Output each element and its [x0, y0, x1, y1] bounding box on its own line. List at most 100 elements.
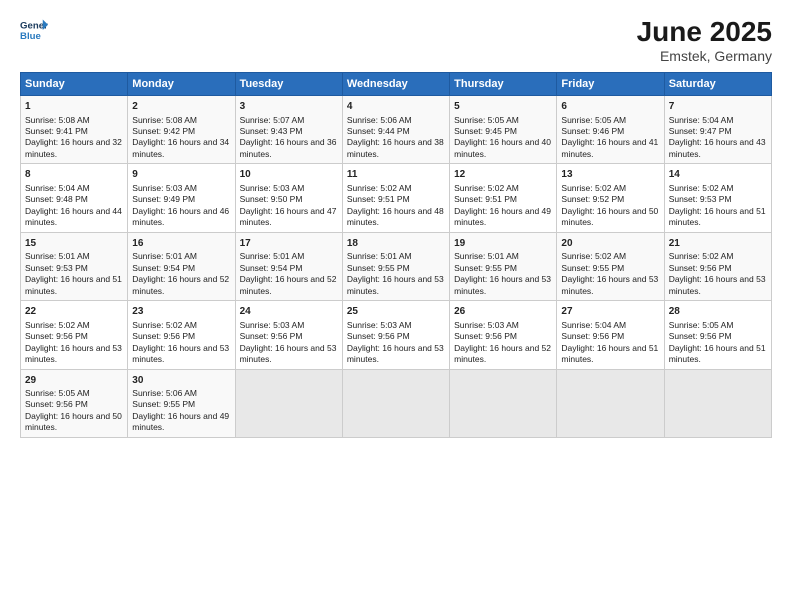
- daylight-text: Daylight: 16 hours and 50 minutes.: [25, 411, 122, 432]
- sunrise-text: Sunrise: 5:07 AM: [240, 115, 305, 125]
- daylight-text: Daylight: 16 hours and 53 minutes.: [669, 274, 766, 295]
- header-row: Sunday Monday Tuesday Wednesday Thursday…: [21, 73, 772, 96]
- daylight-text: Daylight: 16 hours and 44 minutes.: [25, 206, 122, 227]
- sunset-text: Sunset: 9:51 PM: [347, 194, 410, 204]
- day-number: 13: [561, 168, 659, 182]
- sunset-text: Sunset: 9:55 PM: [454, 263, 517, 273]
- day-number: 30: [132, 374, 230, 388]
- day-number: 23: [132, 305, 230, 319]
- calendar-week-1: 1Sunrise: 5:08 AMSunset: 9:41 PMDaylight…: [21, 96, 772, 164]
- daylight-text: Daylight: 16 hours and 51 minutes.: [669, 206, 766, 227]
- day-number: 26: [454, 305, 552, 319]
- sunset-text: Sunset: 9:46 PM: [561, 126, 624, 136]
- calendar-cell: 7Sunrise: 5:04 AMSunset: 9:47 PMDaylight…: [664, 96, 771, 164]
- calendar-cell: 6Sunrise: 5:05 AMSunset: 9:46 PMDaylight…: [557, 96, 664, 164]
- day-number: 19: [454, 237, 552, 251]
- daylight-text: Daylight: 16 hours and 53 minutes.: [25, 343, 122, 364]
- daylight-text: Daylight: 16 hours and 46 minutes.: [132, 206, 229, 227]
- calendar-week-4: 22Sunrise: 5:02 AMSunset: 9:56 PMDayligh…: [21, 301, 772, 369]
- day-number: 24: [240, 305, 338, 319]
- day-number: 25: [347, 305, 445, 319]
- sunrise-text: Sunrise: 5:05 AM: [561, 115, 626, 125]
- day-number: 27: [561, 305, 659, 319]
- sunset-text: Sunset: 9:55 PM: [561, 263, 624, 273]
- calendar-cell: [342, 369, 449, 437]
- sunrise-text: Sunrise: 5:03 AM: [240, 183, 305, 193]
- sunrise-text: Sunrise: 5:05 AM: [454, 115, 519, 125]
- calendar-cell: [557, 369, 664, 437]
- sunset-text: Sunset: 9:51 PM: [454, 194, 517, 204]
- day-number: 10: [240, 168, 338, 182]
- daylight-text: Daylight: 16 hours and 53 minutes.: [347, 274, 444, 295]
- calendar-cell: 23Sunrise: 5:02 AMSunset: 9:56 PMDayligh…: [128, 301, 235, 369]
- day-number: 11: [347, 168, 445, 182]
- col-friday: Friday: [557, 73, 664, 96]
- sunrise-text: Sunrise: 5:02 AM: [669, 251, 734, 261]
- calendar-cell: 27Sunrise: 5:04 AMSunset: 9:56 PMDayligh…: [557, 301, 664, 369]
- calendar-cell: 14Sunrise: 5:02 AMSunset: 9:53 PMDayligh…: [664, 164, 771, 232]
- sunrise-text: Sunrise: 5:04 AM: [561, 320, 626, 330]
- sunrise-text: Sunrise: 5:01 AM: [132, 251, 197, 261]
- sunrise-text: Sunrise: 5:05 AM: [25, 388, 90, 398]
- sunrise-text: Sunrise: 5:03 AM: [454, 320, 519, 330]
- daylight-text: Daylight: 16 hours and 51 minutes.: [561, 343, 658, 364]
- day-number: 3: [240, 100, 338, 114]
- calendar-cell: 13Sunrise: 5:02 AMSunset: 9:52 PMDayligh…: [557, 164, 664, 232]
- daylight-text: Daylight: 16 hours and 53 minutes.: [561, 274, 658, 295]
- calendar-cell: 11Sunrise: 5:02 AMSunset: 9:51 PMDayligh…: [342, 164, 449, 232]
- sunrise-text: Sunrise: 5:02 AM: [25, 320, 90, 330]
- sunset-text: Sunset: 9:50 PM: [240, 194, 303, 204]
- day-number: 22: [25, 305, 123, 319]
- daylight-text: Daylight: 16 hours and 32 minutes.: [25, 137, 122, 158]
- logo: General Blue: [20, 16, 48, 44]
- sunset-text: Sunset: 9:54 PM: [132, 263, 195, 273]
- sunrise-text: Sunrise: 5:04 AM: [25, 183, 90, 193]
- daylight-text: Daylight: 16 hours and 53 minutes.: [347, 343, 444, 364]
- daylight-text: Daylight: 16 hours and 49 minutes.: [132, 411, 229, 432]
- calendar-cell: 9Sunrise: 5:03 AMSunset: 9:49 PMDaylight…: [128, 164, 235, 232]
- calendar-cell: 3Sunrise: 5:07 AMSunset: 9:43 PMDaylight…: [235, 96, 342, 164]
- calendar-cell: 25Sunrise: 5:03 AMSunset: 9:56 PMDayligh…: [342, 301, 449, 369]
- calendar-cell: 5Sunrise: 5:05 AMSunset: 9:45 PMDaylight…: [450, 96, 557, 164]
- day-number: 28: [669, 305, 767, 319]
- daylight-text: Daylight: 16 hours and 52 minutes.: [132, 274, 229, 295]
- calendar-cell: 29Sunrise: 5:05 AMSunset: 9:56 PMDayligh…: [21, 369, 128, 437]
- sunset-text: Sunset: 9:56 PM: [240, 331, 303, 341]
- daylight-text: Daylight: 16 hours and 53 minutes.: [454, 274, 551, 295]
- daylight-text: Daylight: 16 hours and 49 minutes.: [454, 206, 551, 227]
- day-number: 1: [25, 100, 123, 114]
- calendar-week-2: 8Sunrise: 5:04 AMSunset: 9:48 PMDaylight…: [21, 164, 772, 232]
- day-number: 4: [347, 100, 445, 114]
- sunset-text: Sunset: 9:55 PM: [132, 399, 195, 409]
- calendar-cell: 26Sunrise: 5:03 AMSunset: 9:56 PMDayligh…: [450, 301, 557, 369]
- sunrise-text: Sunrise: 5:08 AM: [25, 115, 90, 125]
- col-thursday: Thursday: [450, 73, 557, 96]
- calendar-cell: 16Sunrise: 5:01 AMSunset: 9:54 PMDayligh…: [128, 232, 235, 300]
- sunrise-text: Sunrise: 5:03 AM: [347, 320, 412, 330]
- sunset-text: Sunset: 9:53 PM: [669, 194, 732, 204]
- daylight-text: Daylight: 16 hours and 47 minutes.: [240, 206, 337, 227]
- calendar-cell: 20Sunrise: 5:02 AMSunset: 9:55 PMDayligh…: [557, 232, 664, 300]
- sunrise-text: Sunrise: 5:02 AM: [454, 183, 519, 193]
- day-number: 18: [347, 237, 445, 251]
- sunset-text: Sunset: 9:47 PM: [669, 126, 732, 136]
- day-number: 17: [240, 237, 338, 251]
- daylight-text: Daylight: 16 hours and 50 minutes.: [561, 206, 658, 227]
- sunrise-text: Sunrise: 5:02 AM: [132, 320, 197, 330]
- calendar-cell: 24Sunrise: 5:03 AMSunset: 9:56 PMDayligh…: [235, 301, 342, 369]
- calendar-cell: 28Sunrise: 5:05 AMSunset: 9:56 PMDayligh…: [664, 301, 771, 369]
- calendar-cell: 19Sunrise: 5:01 AM Sunset: 9:55 PMDayligh…: [450, 232, 557, 300]
- sunrise-text: Sunrise: 5:01 AM: [454, 251, 519, 261]
- page-subtitle: Emstek, Germany: [637, 48, 772, 64]
- sunset-text: Sunset: 9:53 PM: [25, 263, 88, 273]
- calendar-cell: 21Sunrise: 5:02 AMSunset: 9:56 PMDayligh…: [664, 232, 771, 300]
- sunset-text: Sunset: 9:56 PM: [454, 331, 517, 341]
- sunrise-text: Sunrise: 5:03 AM: [240, 320, 305, 330]
- calendar-cell: 4Sunrise: 5:06 AMSunset: 9:44 PMDaylight…: [342, 96, 449, 164]
- daylight-text: Daylight: 16 hours and 53 minutes.: [132, 343, 229, 364]
- daylight-text: Daylight: 16 hours and 36 minutes.: [240, 137, 337, 158]
- sunrise-text: Sunrise: 5:04 AM: [669, 115, 734, 125]
- calendar-cell: 17Sunrise: 5:01 AMSunset: 9:54 PMDayligh…: [235, 232, 342, 300]
- calendar-cell: 1Sunrise: 5:08 AMSunset: 9:41 PMDaylight…: [21, 96, 128, 164]
- sunrise-text: Sunrise: 5:06 AM: [347, 115, 412, 125]
